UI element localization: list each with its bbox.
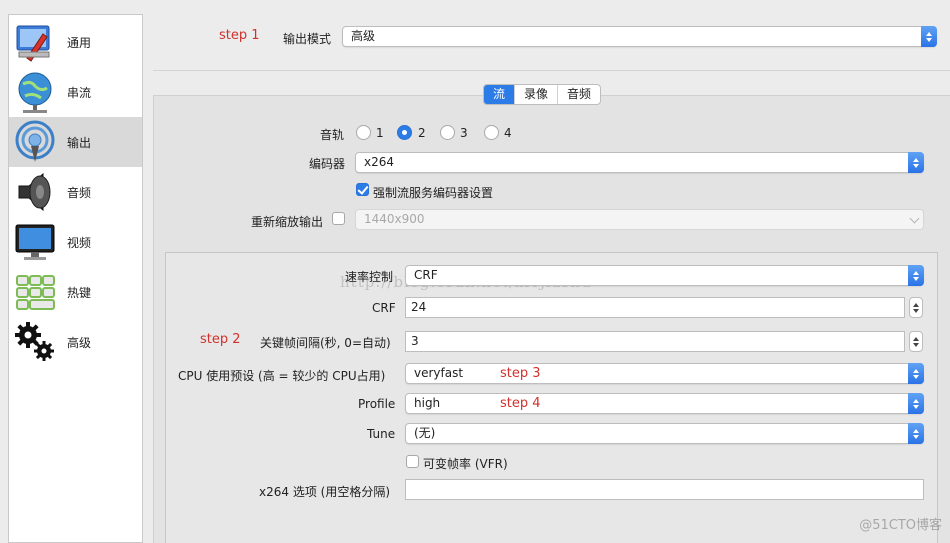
sidebar-item-advanced[interactable]: 高级 (9, 317, 142, 367)
x264-options-input[interactable] (405, 479, 924, 500)
tune-select[interactable]: (无) (405, 423, 924, 444)
sidebar-item-stream[interactable]: 串流 (9, 67, 142, 117)
crf-stepper[interactable] (909, 297, 923, 318)
sidebar-item-label: 高级 (67, 335, 92, 350)
audio-track-option-label: 1 (376, 126, 384, 140)
enforce-service-checkbox[interactable] (356, 183, 369, 196)
audio-track-option-label: 3 (460, 126, 468, 140)
audio-track-radio-3[interactable] (440, 125, 455, 140)
sidebar-item-hotkeys[interactable]: 热键 (9, 267, 142, 317)
sidebar-item-label: 通用 (67, 35, 92, 50)
sidebar-item-label: 视频 (67, 235, 92, 250)
select-arrows-icon (908, 393, 924, 414)
profile-select[interactable]: high (405, 393, 924, 414)
keyframe-interval-label: 关键帧间隔(秒, 0=自动) (260, 336, 391, 350)
encoder-value: x264 (364, 155, 395, 169)
output-mode-label: 输出模式 (283, 32, 332, 46)
tab-stream[interactable]: 流 (484, 85, 516, 104)
cpu-preset-value: veryfast (414, 366, 464, 380)
select-arrows-icon (908, 363, 924, 384)
output-broadcast-icon (9, 118, 61, 166)
select-arrows-icon (908, 423, 924, 444)
rate-control-value: CRF (414, 268, 438, 282)
monitor-icon (9, 218, 61, 266)
profile-label: Profile (358, 397, 396, 411)
sidebar-item-label: 热键 (67, 285, 92, 300)
section-divider (153, 70, 950, 71)
annotation-step-1: step 1 (219, 28, 260, 43)
rescale-label: 重新缩放输出 (251, 215, 324, 229)
crf-label: CRF (372, 301, 396, 315)
sidebar-item-audio[interactable]: 音频 (9, 167, 142, 217)
sidebar-item-label: 输出 (67, 135, 92, 150)
keyboard-icon (9, 268, 61, 316)
vfr-label: 可变帧率 (VFR) (423, 457, 508, 471)
enforce-service-label: 强制流服务编码器设置 (373, 186, 494, 200)
keyframe-interval-stepper[interactable] (909, 331, 923, 352)
output-mode-value: 高级 (351, 29, 376, 43)
sidebar-item-label: 串流 (67, 85, 92, 100)
corner-watermark: @51CTO博客 (859, 518, 942, 533)
audio-track-radio-2[interactable] (397, 125, 412, 140)
select-arrows-icon (921, 26, 937, 47)
select-arrows-icon (908, 152, 924, 173)
rate-control-select[interactable]: CRF (405, 265, 924, 286)
speaker-icon (9, 168, 61, 216)
rescale-resolution-select[interactable]: 1440x900 (355, 209, 924, 230)
general-settings-icon (9, 18, 61, 66)
cpu-preset-label: CPU 使用预设 (高 = 较少的 CPU占用) (178, 369, 386, 383)
stream-globe-icon (9, 68, 61, 116)
crf-value: 24 (411, 300, 427, 314)
tune-value: (无) (414, 426, 436, 440)
audio-track-label: 音轨 (320, 128, 345, 142)
keyframe-interval-value: 3 (411, 334, 419, 348)
select-arrows-icon (908, 265, 924, 286)
encoder-label: 编码器 (309, 157, 346, 171)
audio-track-radio-1[interactable] (356, 125, 371, 140)
settings-sidebar: 通用 串流 输出 音频 视频 热键 高级 (8, 14, 143, 543)
profile-value: high (414, 396, 441, 410)
rescale-value: 1440x900 (364, 212, 425, 226)
sidebar-item-output[interactable]: 输出 (9, 117, 142, 167)
audio-track-option-label: 4 (504, 126, 512, 140)
annotation-step-3: step 3 (500, 366, 541, 381)
sidebar-item-label: 音频 (67, 185, 92, 200)
tab-recording[interactable]: 录像 (515, 85, 559, 104)
rescale-checkbox[interactable] (332, 212, 345, 225)
vfr-checkbox[interactable] (406, 455, 419, 468)
audio-track-option-label: 2 (418, 126, 426, 140)
x264-options-label: x264 选项 (用空格分隔) (259, 485, 390, 499)
tune-label: Tune (367, 427, 396, 441)
gears-icon (9, 318, 61, 366)
output-mode-select[interactable]: 高级 (342, 26, 937, 47)
encoder-select[interactable]: x264 (355, 152, 924, 173)
rate-control-label: 速率控制 (345, 270, 394, 284)
crf-input[interactable]: 24 (405, 297, 905, 318)
annotation-step-2: step 2 (200, 332, 241, 347)
cpu-preset-select[interactable]: veryfast (405, 363, 924, 384)
annotation-step-4: step 4 (500, 396, 541, 411)
keyframe-interval-input[interactable]: 3 (405, 331, 905, 352)
tab-audio[interactable]: 音频 (558, 85, 600, 104)
sidebar-item-general[interactable]: 通用 (9, 17, 142, 67)
sidebar-item-video[interactable]: 视频 (9, 217, 142, 267)
chevron-down-icon (909, 213, 920, 224)
output-tabs: 流 录像 音频 (483, 84, 602, 105)
audio-track-radio-4[interactable] (484, 125, 499, 140)
